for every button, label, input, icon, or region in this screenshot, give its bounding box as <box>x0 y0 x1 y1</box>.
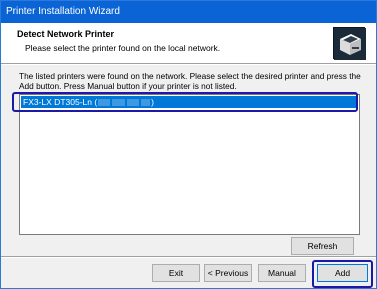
window-title: Printer Installation Wizard <box>6 6 120 17</box>
refresh-button[interactable]: Refresh <box>291 237 354 255</box>
wizard-window: Printer Installation Wizard Detect Netwo… <box>0 0 377 289</box>
previous-button[interactable]: < Previous <box>204 264 252 282</box>
redacted-address-part <box>127 99 140 106</box>
printer-name: FX3-LX DT305-Ln ( <box>23 97 98 107</box>
manual-button[interactable]: Manual <box>258 264 306 282</box>
refresh-button-label: Refresh <box>307 241 338 251</box>
add-button[interactable]: Add <box>317 264 368 282</box>
title-bar[interactable]: Printer Installation Wizard <box>1 1 376 23</box>
redacted-address-part <box>98 99 111 106</box>
instructions-text: The listed printers were found on the ne… <box>19 71 361 91</box>
exit-button[interactable]: Exit <box>152 264 200 282</box>
manual-button-label: Manual <box>268 268 296 278</box>
previous-button-label: < Previous <box>207 268 249 278</box>
add-button-label: Add <box>334 268 351 278</box>
redacted-address-part <box>141 99 151 106</box>
printer-name-suffix: ) <box>151 97 155 107</box>
printer-wizard-icon <box>333 27 366 60</box>
printer-list-item-selected[interactable]: FX3-LX DT305-Ln () <box>21 96 358 108</box>
wizard-header: Detect Network Printer Please select the… <box>1 23 376 63</box>
printer-list[interactable]: FX3-LX DT305-Ln () <box>19 94 360 235</box>
page-subtitle: Please select the printer found on the l… <box>25 43 221 53</box>
exit-button-label: Exit <box>168 268 184 278</box>
redacted-address-part <box>112 99 126 106</box>
page-title: Detect Network Printer <box>17 29 115 39</box>
